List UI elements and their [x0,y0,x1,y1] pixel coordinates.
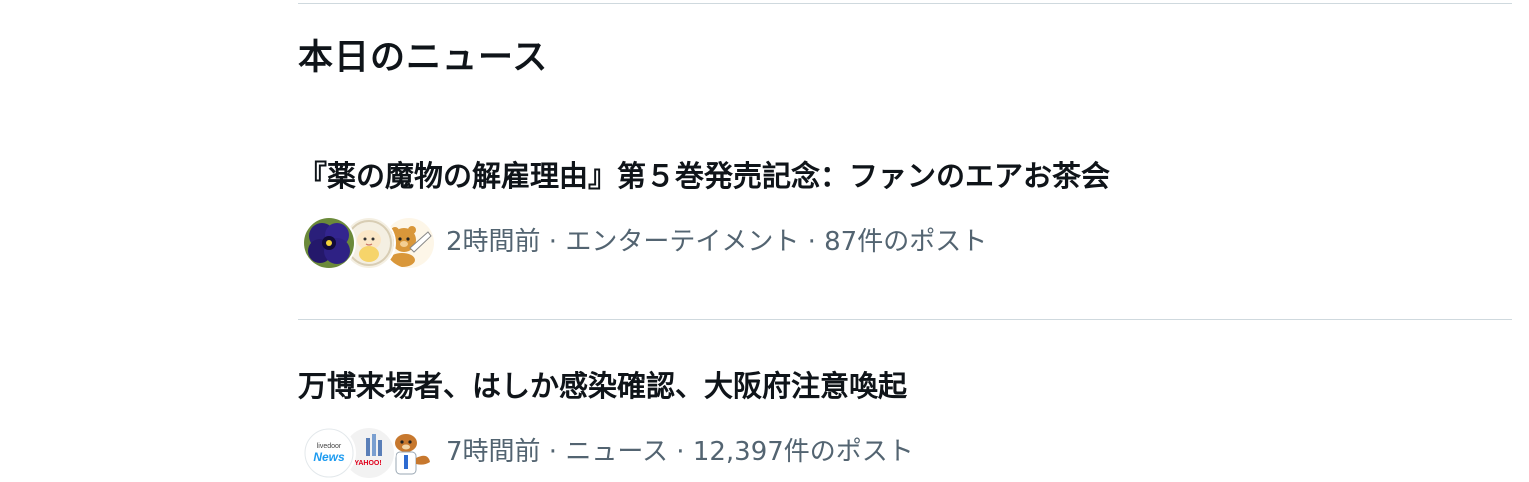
news-label: News [313,450,345,464]
top-divider [298,3,1512,4]
yahoo-label: YAHOO! [354,460,381,467]
news-meta: 7時間前 · ニュース · 12,397件のポスト [446,437,914,467]
avatar-stack [302,214,436,270]
news-meta-row: 2時間前 · エンターテイメント · 87件のポスト [302,214,987,270]
avatar-stack: livedoor News YAHOO! [302,424,436,480]
news-item[interactable]: 万博来場者、はしか感染確認、大阪府注意喚起 livedoor News YAHO… [298,360,1512,482]
news-meta: 2時間前 · エンターテイメント · 87件のポスト [446,227,988,257]
section-title: 本日のニュース [298,38,549,78]
news-item[interactable]: 『薬の魔物の解雇理由』第５巻発売記念：ファンのエアお茶会 2時間前 · エンター… [298,150,1512,318]
news-meta-row: livedoor News YAHOO! 7時間前 · ニュース · 12,39… [302,424,914,480]
item-divider [298,319,1512,320]
pansy-flower-avatar [302,216,356,270]
news-headline[interactable]: 『薬の魔物の解雇理由』第５巻発売記念：ファンのエアお茶会 [298,156,1110,196]
livedoor-label: livedoor [317,443,342,450]
news-headline[interactable]: 万博来場者、はしか感染確認、大阪府注意喚起 [298,366,907,406]
livedoor-news-avatar: livedoor News [302,426,356,480]
news-panel: 本日のニュース 『薬の魔物の解雇理由』第５巻発売記念：ファンのエアお茶会 2時間… [298,0,1512,482]
